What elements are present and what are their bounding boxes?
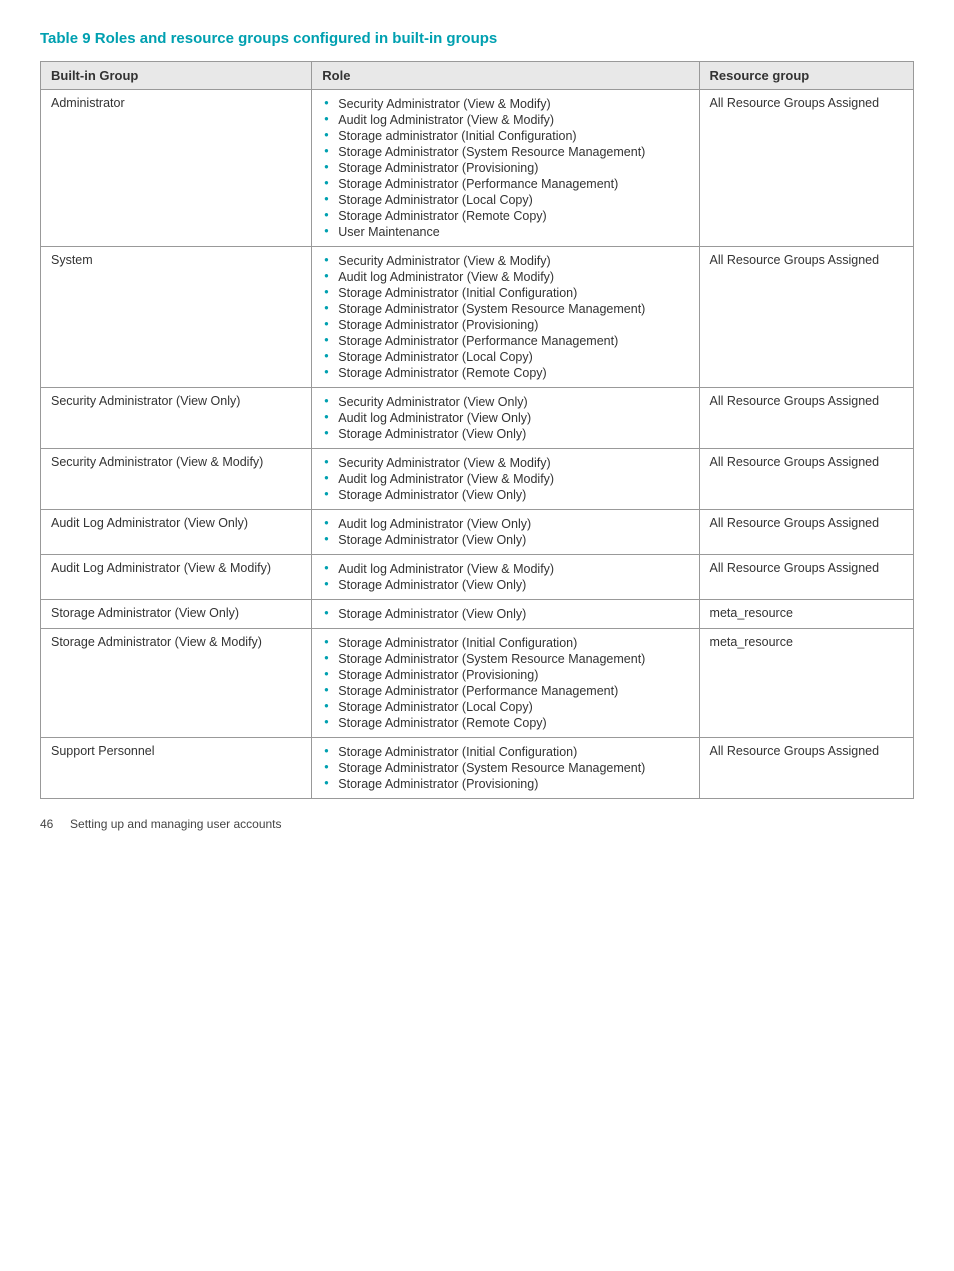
role-item: Security Administrator (View & Modify) — [322, 455, 688, 471]
role-item: User Maintenance — [322, 224, 688, 240]
table-row: Security Administrator (View Only)Securi… — [41, 388, 914, 449]
role-item: Storage Administrator (View Only) — [322, 532, 688, 548]
cell-roles: Audit log Administrator (View & Modify)S… — [312, 555, 699, 600]
cell-group: Audit Log Administrator (View & Modify) — [41, 555, 312, 600]
cell-resource: All Resource Groups Assigned — [699, 449, 913, 510]
table-row: Audit Log Administrator (View & Modify)A… — [41, 555, 914, 600]
cell-resource: All Resource Groups Assigned — [699, 510, 913, 555]
table-row: Audit Log Administrator (View Only)Audit… — [41, 510, 914, 555]
role-item: Storage Administrator (Provisioning) — [322, 160, 688, 176]
table-row: Storage Administrator (View Only) Storage… — [41, 600, 914, 629]
role-item: Storage Administrator (Initial Configura… — [322, 285, 688, 301]
role-item: Storage Administrator (System Resource M… — [322, 301, 688, 317]
role-item: Audit log Administrator (View & Modify) — [322, 269, 688, 285]
role-item: Storage Administrator (View Only) — [322, 487, 688, 503]
role-item: Storage Administrator (Provisioning) — [322, 776, 688, 792]
cell-resource: meta_resource — [699, 629, 913, 738]
role-item: Storage Administrator (Initial Configura… — [322, 744, 688, 760]
table-row: Support Personnel Storage Administrator (… — [41, 738, 914, 799]
cell-resource: All Resource Groups Assigned — [699, 555, 913, 600]
role-item: Storage Administrator (View Only) — [322, 606, 688, 622]
role-item: Storage Administrator (System Resource M… — [322, 144, 688, 160]
role-item: Security Administrator (View & Modify) — [322, 253, 688, 269]
role-item: Audit log Administrator (View & Modify) — [322, 561, 688, 577]
cell-roles: Security Administrator (View Only)Audit … — [312, 388, 699, 449]
cell-group: Support Personnel — [41, 738, 312, 799]
page-footer: 46 Setting up and managing user accounts — [40, 817, 914, 831]
role-item: Audit log Administrator (View & Modify) — [322, 471, 688, 487]
role-item: Storage Administrator (Performance Manag… — [322, 333, 688, 349]
role-item: Storage Administrator (Performance Manag… — [322, 176, 688, 192]
role-item: Storage Administrator (System Resource M… — [322, 760, 688, 776]
cell-group: System — [41, 247, 312, 388]
page-number: 46 — [40, 817, 53, 831]
cell-group: Storage Administrator (View Only) — [41, 600, 312, 629]
cell-roles: Storage Administrator (Initial Configura… — [312, 738, 699, 799]
cell-resource: All Resource Groups Assigned — [699, 90, 913, 247]
cell-roles: Security Administrator (View & Modify)Au… — [312, 90, 699, 247]
role-item: Audit log Administrator (View Only) — [322, 410, 688, 426]
cell-group: Audit Log Administrator (View Only) — [41, 510, 312, 555]
role-item: Storage Administrator (View Only) — [322, 577, 688, 593]
role-item: Storage Administrator (Local Copy) — [322, 349, 688, 365]
cell-resource: All Resource Groups Assigned — [699, 738, 913, 799]
role-item: Security Administrator (View Only) — [322, 394, 688, 410]
role-item: Storage Administrator (Remote Copy) — [322, 208, 688, 224]
role-item: Storage Administrator (Performance Manag… — [322, 683, 688, 699]
role-item: Storage Administrator (Remote Copy) — [322, 715, 688, 731]
cell-roles: Security Administrator (View & Modify)Au… — [312, 449, 699, 510]
role-item: Storage administrator (Initial Configura… — [322, 128, 688, 144]
page-content: Table 9 Roles and resource groups config… — [40, 30, 914, 831]
table-row: AdministratorSecurity Administrator (Vie… — [41, 90, 914, 247]
table-row: Storage Administrator (View & Modify) Sto… — [41, 629, 914, 738]
cell-roles: Security Administrator (View & Modify)Au… — [312, 247, 699, 388]
cell-resource: All Resource Groups Assigned — [699, 388, 913, 449]
role-item: Storage Administrator (Remote Copy) — [322, 365, 688, 381]
cell-roles: Storage Administrator (Initial Configura… — [312, 629, 699, 738]
role-item: Storage Administrator (System Resource M… — [322, 651, 688, 667]
role-item: Storage Administrator (View Only) — [322, 426, 688, 442]
role-item: Audit log Administrator (View & Modify) — [322, 112, 688, 128]
table-title: Table 9 Roles and resource groups config… — [40, 30, 914, 47]
header-resource: Resource group — [699, 62, 913, 90]
cell-group: Storage Administrator (View & Modify) — [41, 629, 312, 738]
role-item: Storage Administrator (Initial Configura… — [322, 635, 688, 651]
roles-table: Built-in Group Role Resource group Admin… — [40, 61, 914, 799]
table-header-row: Built-in Group Role Resource group — [41, 62, 914, 90]
header-role: Role — [312, 62, 699, 90]
table-row: Security Administrator (View & Modify)Se… — [41, 449, 914, 510]
cell-roles: Storage Administrator (View Only) — [312, 600, 699, 629]
role-item: Audit log Administrator (View Only) — [322, 516, 688, 532]
cell-group: Administrator — [41, 90, 312, 247]
role-item: Storage Administrator (Provisioning) — [322, 317, 688, 333]
cell-resource: All Resource Groups Assigned — [699, 247, 913, 388]
table-row: SystemSecurity Administrator (View & Mod… — [41, 247, 914, 388]
footer-text: Setting up and managing user accounts — [70, 817, 281, 831]
cell-group: Security Administrator (View & Modify) — [41, 449, 312, 510]
header-group: Built-in Group — [41, 62, 312, 90]
role-item: Storage Administrator (Local Copy) — [322, 699, 688, 715]
cell-resource: meta_resource — [699, 600, 913, 629]
role-item: Storage Administrator (Local Copy) — [322, 192, 688, 208]
cell-roles: Audit log Administrator (View Only)Stora… — [312, 510, 699, 555]
role-item: Security Administrator (View & Modify) — [322, 96, 688, 112]
cell-group: Security Administrator (View Only) — [41, 388, 312, 449]
role-item: Storage Administrator (Provisioning) — [322, 667, 688, 683]
